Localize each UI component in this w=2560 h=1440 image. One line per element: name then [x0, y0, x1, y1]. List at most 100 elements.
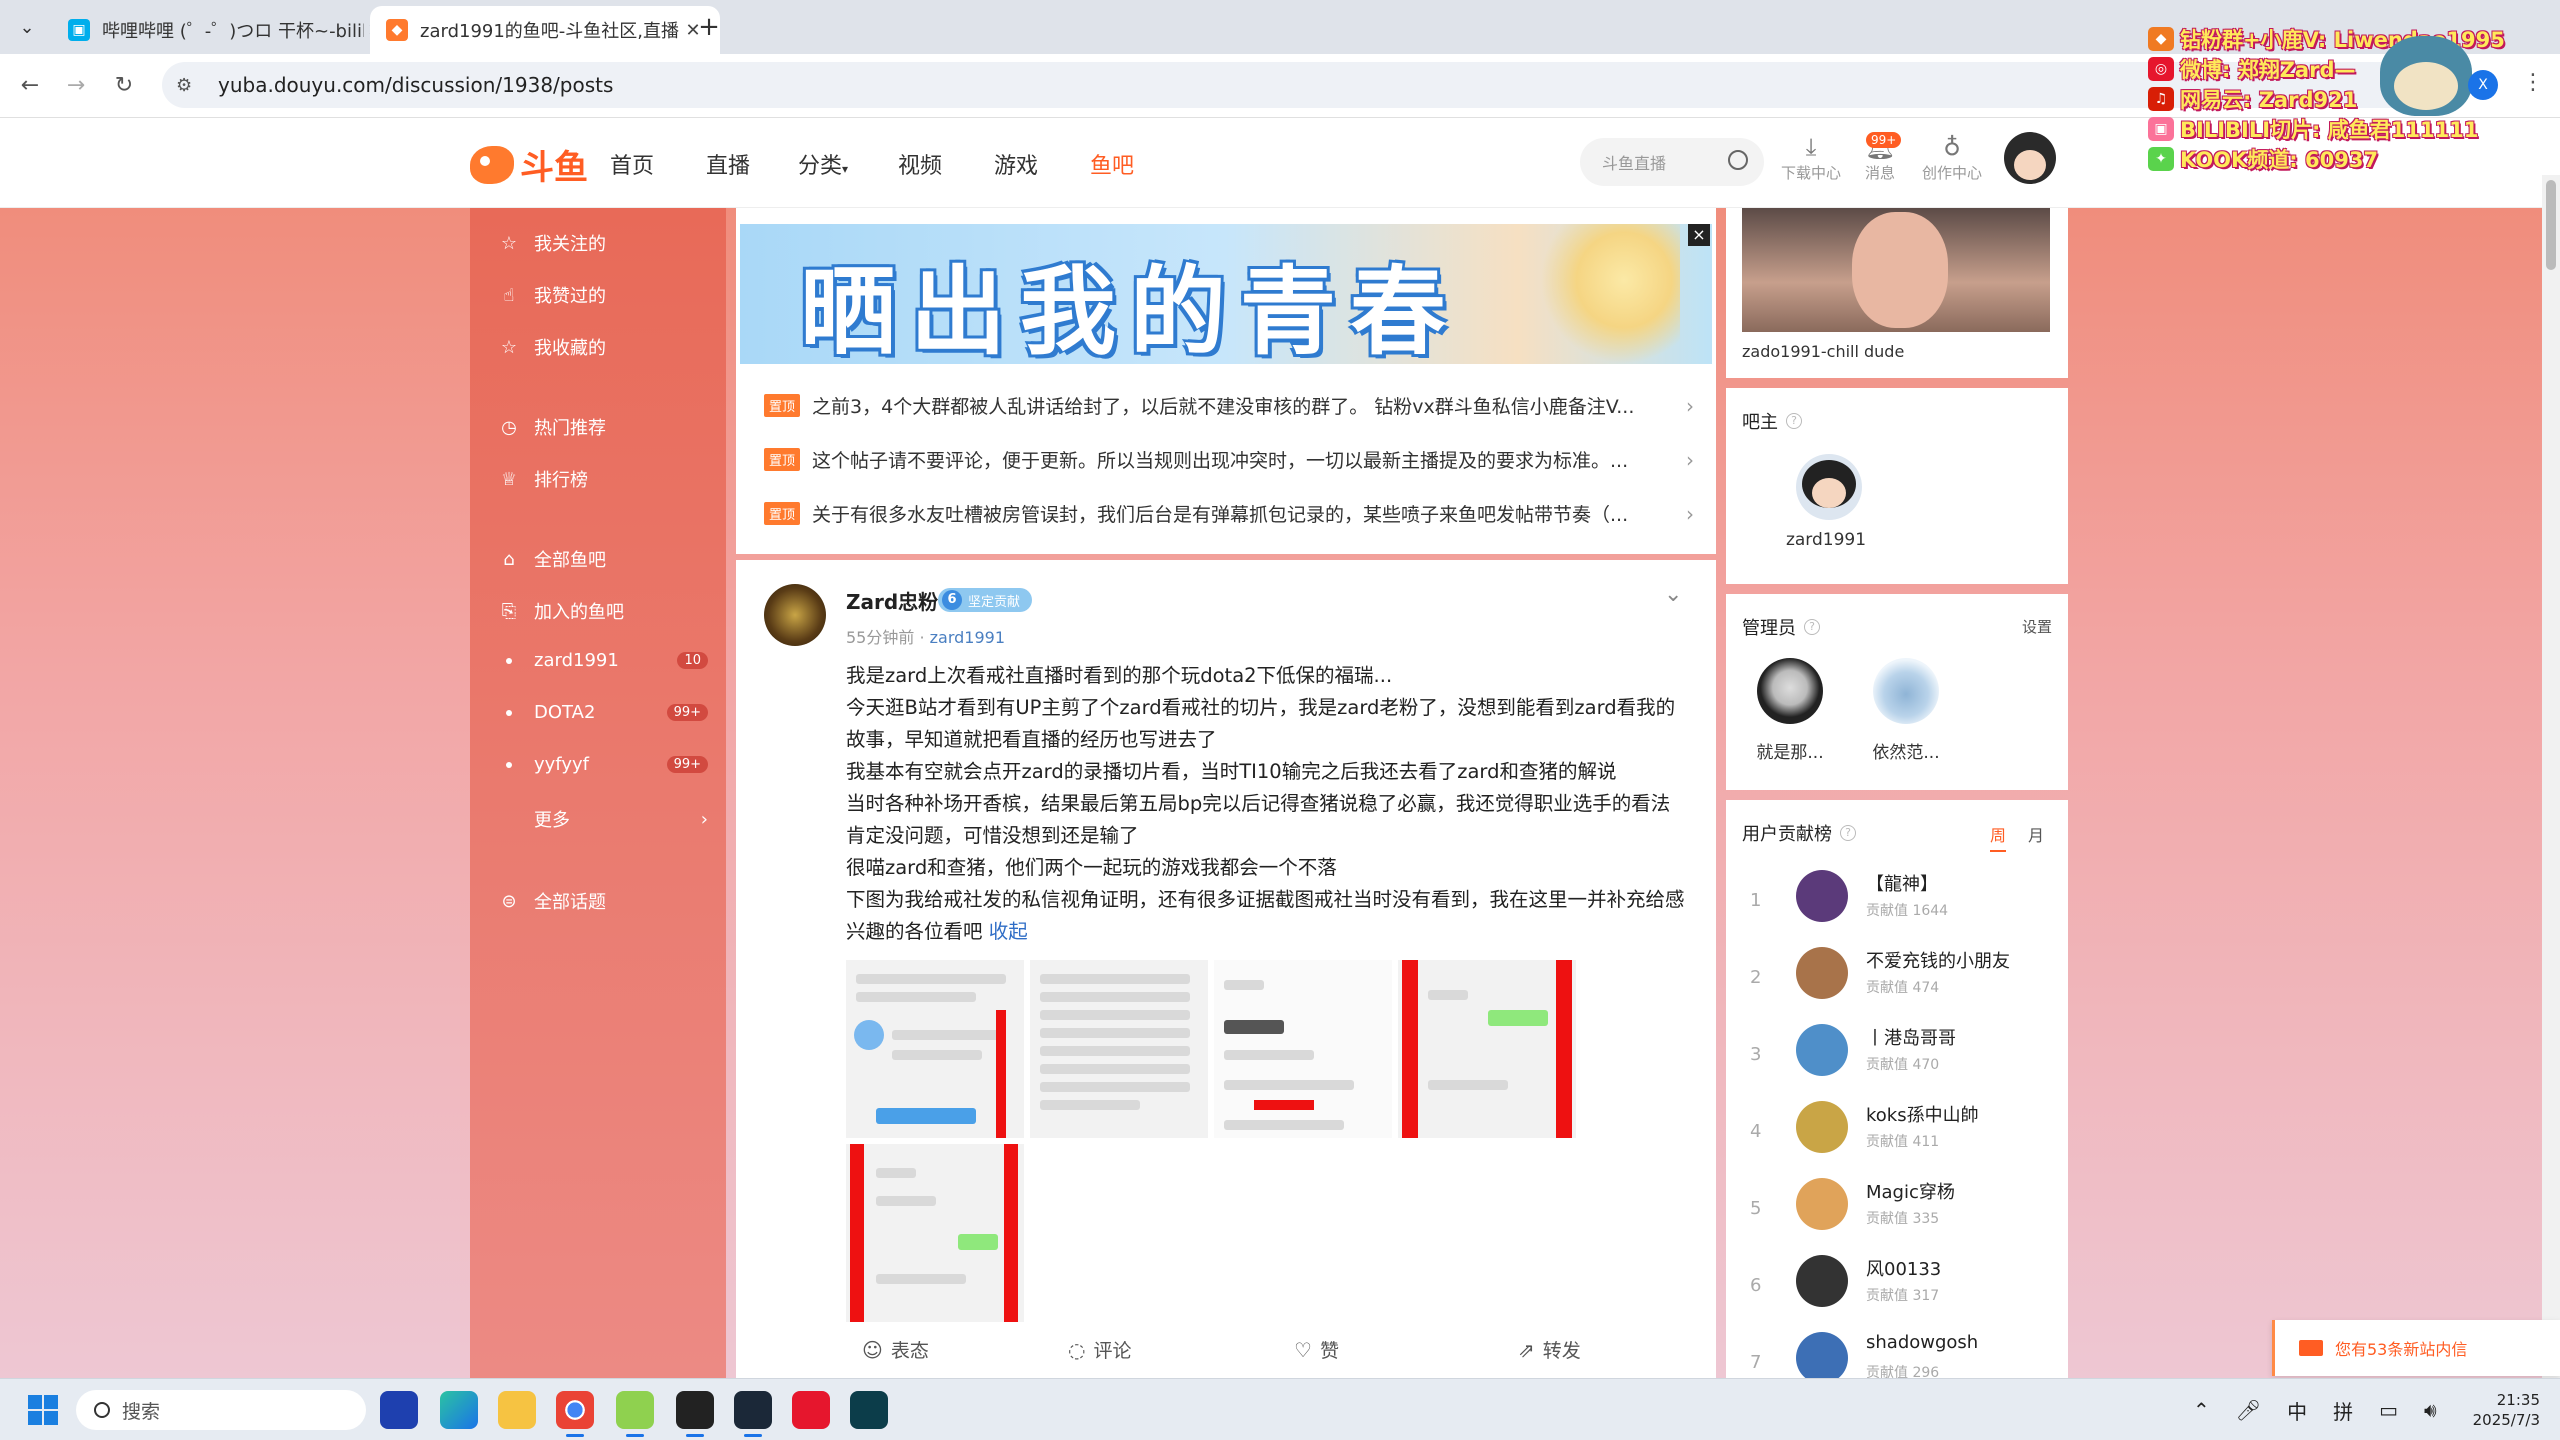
- rank-user-name[interactable]: koks孫中山帥: [1866, 1101, 1979, 1127]
- like-button[interactable]: ♡ 赞: [1294, 1336, 1339, 1363]
- react-button[interactable]: ☺ 表态: [862, 1336, 929, 1363]
- rank-avatar[interactable]: [1796, 870, 1848, 922]
- post-image[interactable]: [846, 960, 1024, 1138]
- rank-row[interactable]: 1 【龍神】 贡献值 1644: [1742, 866, 2052, 936]
- speaker-icon[interactable]: 🔊︎: [2424, 1398, 2437, 1422]
- promo-banner[interactable]: 晒出我的青春: [740, 224, 1712, 364]
- admin-item[interactable]: 就是那...: [1740, 658, 1840, 763]
- store-app-icon[interactable]: [380, 1391, 418, 1429]
- site-info-icon[interactable]: ⚙: [176, 75, 200, 96]
- post-image[interactable]: [846, 1144, 1024, 1322]
- clock[interactable]: 21:35 2025/7/3: [2473, 1390, 2540, 1430]
- joined-bar-dota2[interactable]: DOTA2 99+: [498, 702, 708, 723]
- folder-icon[interactable]: [498, 1391, 536, 1429]
- nav-category[interactable]: 分类▾: [798, 148, 848, 180]
- joined-bar-yyfyyf[interactable]: yyfyyf 99+: [498, 754, 708, 775]
- sidebar-item-liked[interactable]: ☝ 我赞过的: [498, 282, 708, 308]
- owner-avatar[interactable]: [1796, 454, 1862, 520]
- comment-button[interactable]: ◌ 评论: [1068, 1336, 1131, 1363]
- ime-chinese[interactable]: 中: [2287, 1396, 2307, 1425]
- start-button[interactable]: [28, 1395, 58, 1425]
- rank-avatar[interactable]: [1796, 1024, 1848, 1076]
- app-icon[interactable]: [850, 1391, 888, 1429]
- nav-live[interactable]: 直播: [706, 148, 750, 180]
- pinned-post[interactable]: 置顶 之前3，4个大群都被人乱讲话给封了，以后就不建没审核的群了。 钻粉vx群斗鱼…: [764, 392, 1694, 419]
- rank-user-name[interactable]: 丨港岛哥哥: [1866, 1024, 1956, 1050]
- chevron-up-icon[interactable]: ⌃: [2193, 1398, 2210, 1422]
- sidebar-item-following[interactable]: ☆ 我关注的: [498, 230, 708, 256]
- collapse-link[interactable]: 收起: [989, 920, 1028, 943]
- joined-bar-zard1991[interactable]: zard1991 10: [498, 650, 708, 671]
- sidebar-item-topics[interactable]: ⊜ 全部话题: [498, 888, 708, 914]
- ime-pinyin[interactable]: 拼: [2333, 1396, 2353, 1425]
- sidebar-item-all-bars[interactable]: ⌂ 全部鱼吧: [498, 546, 708, 572]
- x-icon[interactable]: X: [2468, 70, 2498, 100]
- rank-row[interactable]: 4 koks孫中山帥 贡献值 411: [1742, 1097, 2052, 1167]
- rank-row[interactable]: 3 丨港岛哥哥 贡献值 470: [1742, 1020, 2052, 1090]
- sidebar-more[interactable]: 更多 ›: [498, 806, 708, 832]
- search-icon[interactable]: [1728, 150, 1748, 170]
- rank-user-name[interactable]: 不爱充钱的小朋友: [1866, 947, 2010, 973]
- nav-video[interactable]: 视频: [898, 148, 942, 180]
- forward-button[interactable]: →: [60, 70, 92, 102]
- pinned-post[interactable]: 置顶 关于有很多水友吐槽被房管误封，我们后台是有弹幕抓包记录的，某些喷子来鱼吧发帖…: [764, 500, 1694, 527]
- post-bar-link[interactable]: zard1991: [930, 628, 1005, 647]
- rank-user-name[interactable]: 风00133: [1866, 1255, 1941, 1281]
- rank-avatar[interactable]: [1796, 1255, 1848, 1307]
- close-icon[interactable]: ×: [1688, 224, 1710, 246]
- back-button[interactable]: ←: [14, 70, 46, 102]
- chevron-down-icon[interactable]: ⌄: [1664, 582, 1682, 607]
- rank-user-name[interactable]: Magic穿杨: [1866, 1178, 1955, 1204]
- help-icon[interactable]: ?: [1804, 619, 1820, 635]
- live-video-thumbnail[interactable]: [1742, 208, 2050, 332]
- rank-user-name[interactable]: shadowgosh: [1866, 1332, 1978, 1353]
- rank-avatar[interactable]: [1796, 947, 1848, 999]
- browser-tab-douyu[interactable]: ◆ zard1991的鱼吧-斗鱼社区,直播 ✕: [370, 6, 720, 54]
- display-icon[interactable]: ▭: [2379, 1398, 2398, 1422]
- post-image[interactable]: [1030, 960, 1208, 1138]
- rank-user-name[interactable]: 【龍神】: [1866, 870, 1938, 896]
- rank-avatar[interactable]: [1796, 1332, 1848, 1384]
- search-input[interactable]: 斗鱼直播: [1580, 138, 1764, 186]
- pinned-post[interactable]: 置顶 这个帖子请不要评论，便于更新。所以当规则出现冲突时，一切以最新主播提及的要求…: [764, 446, 1694, 473]
- new-tab-button[interactable]: +: [694, 12, 724, 42]
- browser-tab-bilibili[interactable]: ▣ 哔哩哔哩 (゜-゜)つロ 干杯~-bilib ✕: [52, 6, 402, 54]
- help-icon[interactable]: ?: [1786, 413, 1802, 429]
- sidebar-item-favorites[interactable]: ☆ 我收藏的: [498, 334, 708, 360]
- new-message-notice[interactable]: 您有53条新站内信: [2272, 1320, 2560, 1376]
- url-field[interactable]: ⚙ yuba.douyu.com/discussion/1938/posts: [162, 62, 2462, 108]
- sidebar-item-ranking[interactable]: ♕ 排行榜: [498, 466, 708, 492]
- help-icon[interactable]: ?: [1840, 825, 1856, 841]
- rank-avatar[interactable]: [1796, 1178, 1848, 1230]
- sidebar-item-joined[interactable]: ⎘ 加入的鱼吧: [498, 598, 708, 624]
- scrollbar-thumb[interactable]: [2546, 180, 2556, 270]
- nav-home[interactable]: 首页: [610, 148, 654, 180]
- post-image[interactable]: [1214, 960, 1392, 1138]
- steam-icon[interactable]: [734, 1391, 772, 1437]
- tab-month[interactable]: 月: [2028, 822, 2044, 852]
- download-center[interactable]: ⤓ 下载中心: [1776, 132, 1846, 183]
- wechat-app-icon[interactable]: [616, 1391, 654, 1437]
- live-video-caption[interactable]: zado1991-chill dude: [1742, 342, 1904, 361]
- rank-avatar[interactable]: [1796, 1101, 1848, 1153]
- rank-row[interactable]: 5 Magic穿杨 贡献值 335: [1742, 1174, 2052, 1244]
- tab-week[interactable]: 周: [1989, 822, 2006, 852]
- admin-settings-link[interactable]: 设置: [2022, 616, 2052, 637]
- scrollbar[interactable]: [2542, 175, 2560, 1378]
- mic-icon[interactable]: 🎤︎: [2236, 1398, 2261, 1422]
- edge-icon[interactable]: [440, 1391, 478, 1429]
- rank-row[interactable]: 6 风00133 贡献值 317: [1742, 1251, 2052, 1321]
- post-author-name[interactable]: Zard忠粉: [846, 586, 938, 615]
- post-author-avatar[interactable]: [764, 584, 826, 646]
- tab-list-button[interactable]: ⌄: [12, 12, 42, 42]
- taskbar-search[interactable]: 搜索: [76, 1390, 366, 1430]
- creator-center[interactable]: ♁ 创作中心: [1916, 132, 1988, 183]
- douyu-logo[interactable]: 斗鱼: [470, 140, 588, 189]
- rank-row[interactable]: 2 不爱充钱的小朋友 贡献值 474: [1742, 943, 2052, 1013]
- reload-button[interactable]: ↻: [108, 70, 140, 102]
- sidebar-item-hot[interactable]: ◷ 热门推荐: [498, 414, 708, 440]
- netease-music-icon[interactable]: [792, 1391, 830, 1429]
- nav-game[interactable]: 游戏: [994, 148, 1038, 180]
- admin-item[interactable]: 依然范...: [1856, 658, 1956, 763]
- owner-name[interactable]: zard1991: [1756, 530, 1896, 550]
